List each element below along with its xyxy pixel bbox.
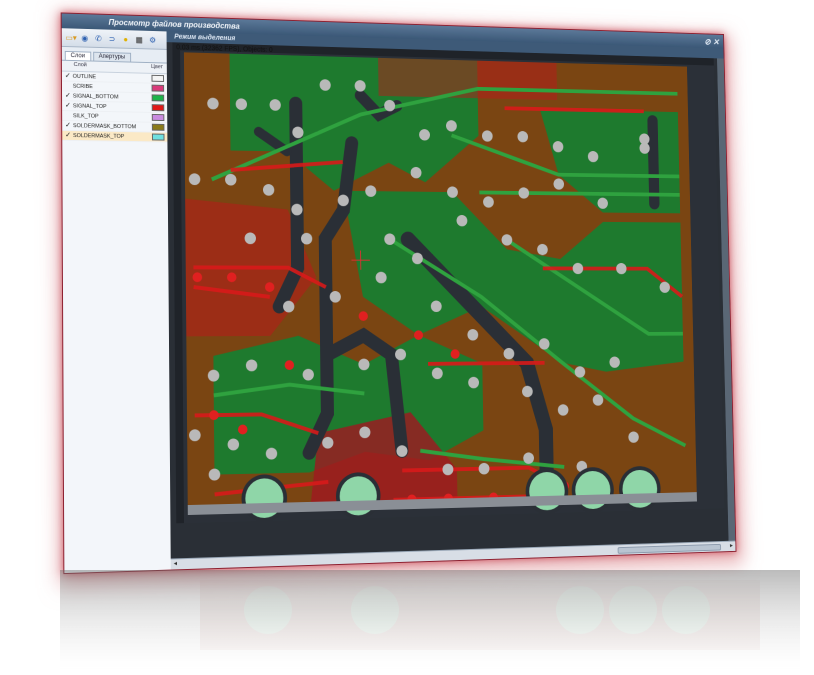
layers-icon[interactable]: ◉ [79,32,90,43]
scroll-right-arrow-icon[interactable]: ▸ [730,542,733,551]
window-title: Просмотр файлов производства [109,18,240,31]
layer-color-swatch[interactable] [152,114,165,121]
layer-color-swatch[interactable] [152,134,165,141]
tab-apertures[interactable]: Апертуры [93,52,131,62]
layer-color-swatch[interactable] [151,75,164,82]
layer-visibility-checkbox[interactable]: ✓ [65,101,73,110]
app-window: Просмотр файлов производства ⊘ ✕ ▭▾ ◉ ✆ … [61,12,737,574]
layer-color-swatch[interactable] [152,104,165,111]
column-color[interactable]: Цвет [151,64,163,73]
horizontal-scroll-thumb[interactable] [618,544,722,554]
layer-visibility-checkbox[interactable]: ✓ [65,72,73,81]
layer-color-swatch[interactable] [152,124,165,131]
layer-name: SIGNAL_BOTTOM [73,93,152,101]
gerber-viewer[interactable]: Режим выделения 0.03 ms (32362 FPS), Obj… [167,31,736,569]
screenshot-scene: Просмотр файлов производства ⊘ ✕ ▭▾ ◉ ✆ … [0,0,814,675]
settings-icon[interactable]: ⚙ [147,34,158,45]
layer-name: SCRIBE [73,83,152,91]
tab-layers[interactable]: Слои [65,51,91,61]
layer-color-swatch[interactable] [152,94,165,101]
layer-name: SILK_TOP [73,113,152,121]
layer-visibility-checkbox[interactable]: ✓ [65,121,73,130]
grid-icon[interactable]: ▦ [134,34,145,45]
top-copper-pour [378,58,557,100]
layer-name: OUTLINE [73,73,152,81]
link-icon[interactable]: ⊃ [107,33,118,44]
folder-open-icon[interactable]: ▭▾ [66,32,77,43]
sun-icon[interactable]: ● [120,33,131,44]
layer-name: SOLDERMASK_TOP [73,133,152,140]
layers-list: ✓ OUTLINE SCRIBE ✓ SIGNAL_BOTTOM ✓ SIGNAL_TOP S… [62,72,167,143]
layer-visibility-checkbox[interactable]: ✓ [65,91,73,100]
phone-icon[interactable]: ✆ [93,33,104,44]
layer-name: SIGNAL_TOP [73,103,152,111]
scroll-left-arrow-icon[interactable]: ◂ [174,559,177,569]
layer-color-swatch[interactable] [152,85,165,92]
column-layer[interactable]: Слой [74,62,87,71]
reflection-fade [0,570,814,675]
layer-visibility-checkbox[interactable]: ✓ [65,131,73,140]
pcb-canvas[interactable] [172,42,724,523]
layer-row-soldermask_top[interactable]: ✓ SOLDERMASK_TOP [62,131,167,143]
layers-sidebar: ▭▾ ◉ ✆ ⊃ ● ▦ ⚙ Слои Апертуры Слой Цвет ✓… [62,28,172,573]
layer-name: SOLDERMASK_BOTTOM [73,123,152,130]
